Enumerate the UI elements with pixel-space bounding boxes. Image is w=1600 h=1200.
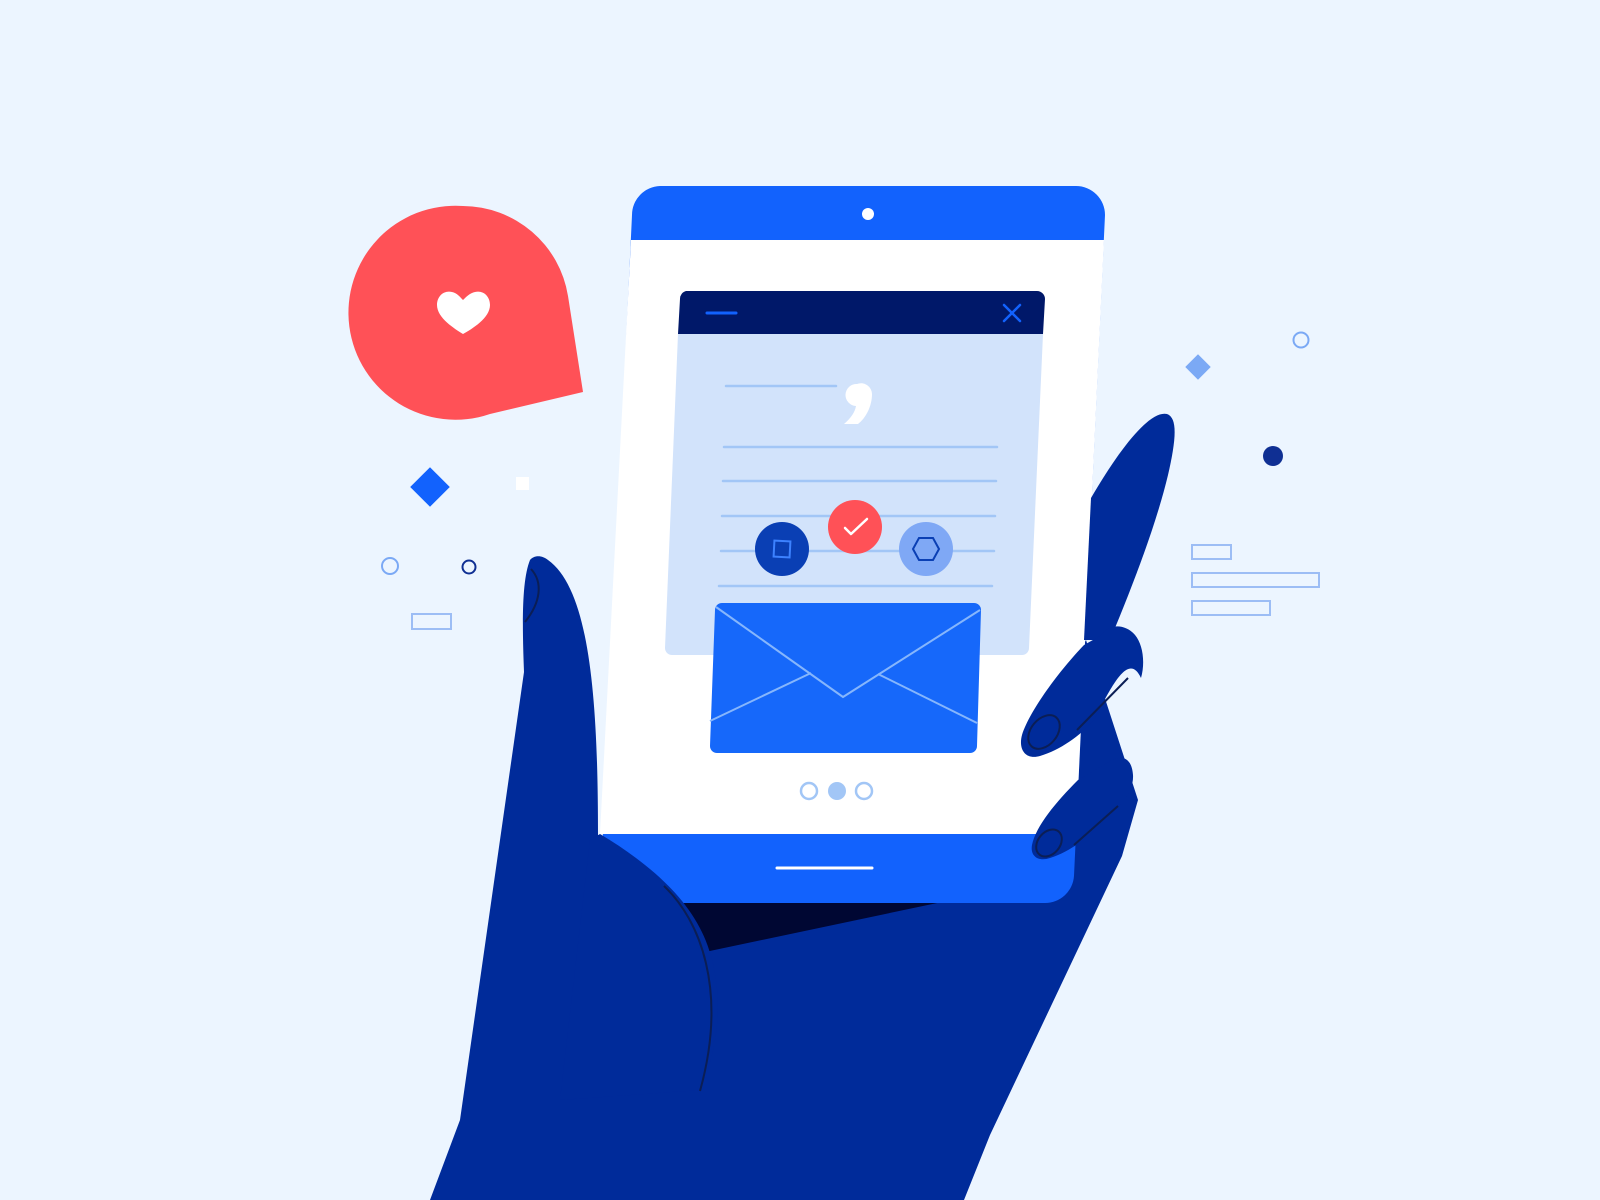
reaction-hexagon-button[interactable]: [899, 522, 953, 576]
square-decoration: [516, 477, 529, 490]
reaction-check-button[interactable]: [828, 500, 882, 554]
page-dot-active[interactable]: [828, 782, 846, 800]
phone: [600, 186, 1105, 952]
illustration-canvas: [0, 0, 1600, 1200]
dot-decoration: [1263, 446, 1283, 466]
reaction-square-button[interactable]: [755, 522, 809, 576]
message-dialog: [665, 291, 1045, 655]
camera-icon: [862, 208, 874, 220]
envelope-icon: [709, 603, 981, 753]
